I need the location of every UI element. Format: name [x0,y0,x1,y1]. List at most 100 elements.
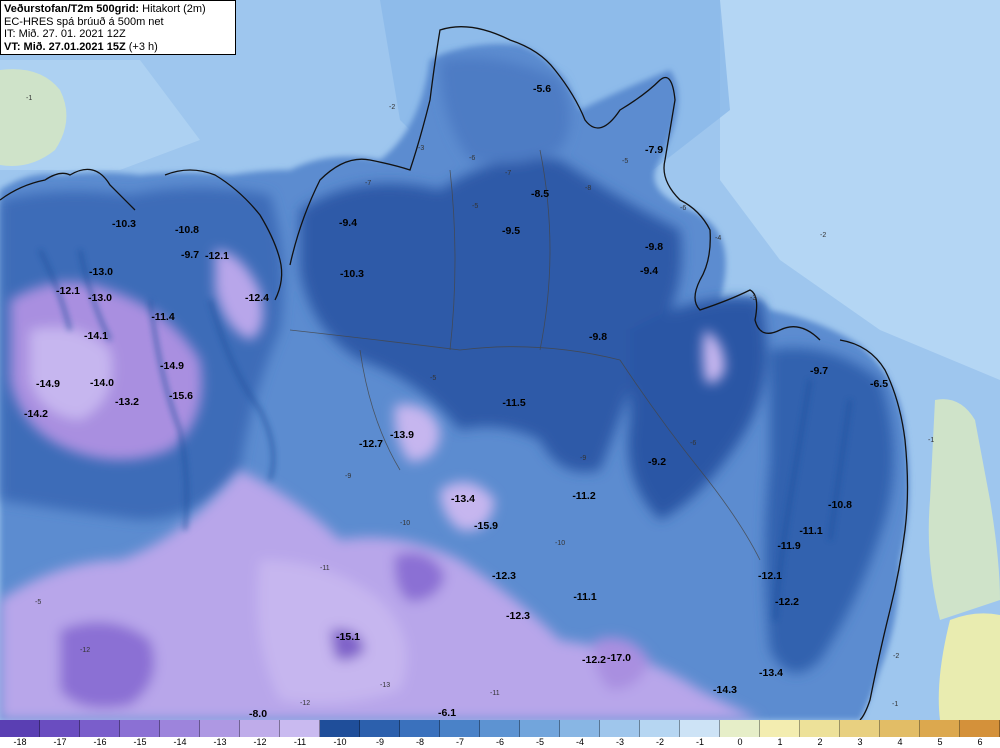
legend-swatch [920,720,960,737]
isoline-label: -6 [680,205,686,212]
temperature-value: -11.4 [151,311,175,323]
temperature-value: -12.1 [758,570,782,582]
isoline-label: -5 [35,599,41,606]
isoline-label: -3 [750,295,756,302]
map-canvas: -1 -2 -3 -2 -1 -2 -1 -5 -6 -7 -8 -5 -6 -7 -4 -3 -5 -9 -10 -… [0,0,1000,721]
legend-label: -1 [695,737,705,747]
warm-land-bottomright [938,613,1000,720]
isoline-label: -4 [715,235,721,242]
temperature-value: -12.4 [245,292,269,304]
legend-swatch [240,720,280,737]
lead-time: (+3 h) [128,40,158,53]
temperature-value: -10.8 [828,499,852,511]
temperature-value: -11.2 [572,490,596,502]
legend-label: -17 [53,737,67,747]
isoline-label: -7 [365,180,371,187]
isoline-label: -2 [820,232,826,239]
temperature-value: -12.3 [506,610,530,622]
isoline-label: -1 [26,95,32,102]
temperature-value: -14.1 [84,330,108,342]
legend-label: -4 [575,737,585,747]
temperature-value: -17.0 [607,652,631,664]
legend-label: 1 [777,737,783,747]
temperature-value: -12.2 [582,654,606,666]
temperature-value: -9.8 [589,331,607,343]
legend-label: -9 [375,737,385,747]
temperature-value: -12.7 [359,438,383,450]
temperature-value: -15.1 [336,631,360,643]
valid-time: VT: Mið. 27.01.2021 15Z [4,40,126,53]
legend-swatch [320,720,360,737]
legend-label: -3 [615,737,625,747]
temperature-value: -9.2 [648,456,666,468]
legend-label: 3 [857,737,863,747]
legend-label: -14 [173,737,187,747]
temperature-value: -14.3 [713,684,737,696]
temperature-value: -15.6 [169,390,193,402]
legend-label: -11 [293,737,307,747]
temperature-value: -7.9 [645,144,663,156]
legend-swatch [960,720,1000,737]
temperature-value: -10.3 [340,268,364,280]
temperature-map[interactable]: -1 -2 -3 -2 -1 -2 -1 -5 -6 -7 -8 -5 -6 -7 -4 -3 -5 -9 -10 -… [0,0,1000,748]
temperature-value: -13.9 [390,429,414,441]
temperature-value: -12.1 [205,250,229,262]
legend-label: 6 [977,737,983,747]
temperature-value: -9.7 [181,249,199,261]
isoline-label: -10 [400,520,410,527]
temperature-value: -9.5 [502,225,520,237]
temperature-value: -10.3 [112,218,136,230]
map-title: Veðurstofan/T2m 500grid: Hitakort (2m) [4,3,232,16]
isoline-label: -2 [893,653,899,660]
legend-swatch [880,720,920,737]
legend-swatch [160,720,200,737]
legend-swatch [80,720,120,737]
legend-label: -13 [213,737,227,747]
legend-swatch [800,720,840,737]
color-legend: -18 -17 -16 -15 -14 -13 -12 -11 -10 -9 -8 -7 -6 -5 -4-… [0,720,1000,748]
legend-swatch [560,720,600,737]
title-suffix: Hitakort (2m) [142,3,206,15]
legend-label: -10 [333,737,347,747]
color-legend-labels: -18 -17 -16 -15 -14 -13 -12 -11 -10 -9 -8 -7 -6 -5 -4-… [0,737,1000,748]
temperature-value: -11.1 [799,525,823,537]
legend-swatch [120,720,160,737]
legend-swatch [720,720,760,737]
legend-swatch [600,720,640,737]
legend-label: 2 [817,737,823,747]
temperature-value: -13.4 [451,493,475,505]
temperature-value: -12.3 [492,570,516,582]
temperature-value: -11.5 [502,397,526,409]
legend-label: 0 [737,737,743,747]
isoline-label: -2 [389,104,395,111]
legend-swatch [840,720,880,737]
temperature-value: -13.0 [89,266,113,278]
title-main: Veðurstofan/T2m 500grid: [4,3,140,15]
legend-swatch [360,720,400,737]
temperature-value: -8.0 [249,708,267,720]
temperature-value: -11.1 [573,591,597,603]
isoline-label: -7 [505,170,511,177]
legend-label: -6 [495,737,505,747]
legend-label: -5 [535,737,545,747]
isoline-label: -9 [580,455,586,462]
isoline-label: -3 [418,145,424,152]
color-legend-strip [0,720,1000,737]
legend-label: -16 [93,737,107,747]
isoline-label: -12 [300,700,310,707]
temperature-value: -13.0 [88,292,112,304]
isoline-label: -5 [430,375,436,382]
legend-swatch [280,720,320,737]
legend-label: 4 [897,737,903,747]
temperature-value: -9.7 [810,365,828,377]
legend-swatch [760,720,800,737]
isoline-label: -1 [892,701,898,708]
legend-swatch [40,720,80,737]
temperature-value: -9.8 [645,241,663,253]
temperature-value: -12.1 [56,285,80,297]
temperature-value: -14.2 [24,408,48,420]
legend-label: -8 [415,737,425,747]
temperature-value: -8.5 [531,188,549,200]
isoline-label: -9 [345,473,351,480]
temperature-value: -11.9 [777,540,801,552]
